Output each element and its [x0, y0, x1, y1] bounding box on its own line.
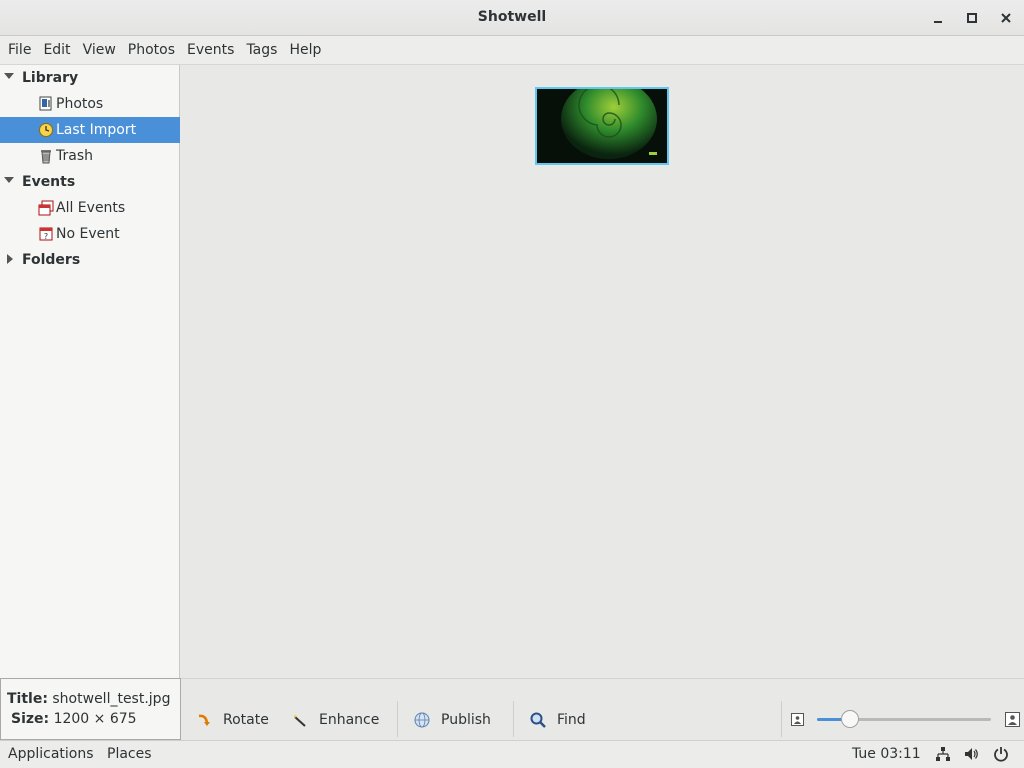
applications-menu[interactable]: Applications [8, 746, 94, 762]
sidebar-item-label: Photos [56, 96, 104, 112]
sidebar-header-label: Library [22, 70, 79, 86]
publish-label: Publish [441, 712, 491, 728]
info-title-row: Title: shotwell_test.jpg [7, 691, 170, 707]
toolbar-separator [397, 701, 398, 737]
sidebar: Library Photos Last Import Trash Events [0, 65, 180, 678]
zoom-in-large-photo-icon[interactable] [1005, 712, 1020, 727]
expander-down-icon[interactable] [4, 177, 14, 183]
sidebar-item-last-import[interactable]: Last Import [0, 117, 180, 143]
publish-globe-icon [413, 711, 431, 729]
places-menu[interactable]: Places [107, 746, 152, 762]
zoom-out-small-photo-icon[interactable] [791, 713, 804, 726]
rotate-button[interactable]: Rotate [195, 709, 269, 731]
menu-edit[interactable]: Edit [37, 36, 76, 65]
trash-icon [41, 150, 51, 164]
find-button[interactable]: Find [529, 709, 586, 731]
sidebar-item-label: Last Import [56, 122, 137, 138]
enhance-button[interactable]: Enhance [291, 709, 379, 731]
power-icon[interactable] [993, 746, 1009, 762]
zoom-slider[interactable] [817, 710, 993, 728]
zoom-slider-knob[interactable] [841, 710, 859, 728]
photo-grid [181, 65, 1024, 678]
photos-icon [39, 96, 52, 111]
find-magnifier-icon [529, 711, 547, 729]
sidebar-header-label: Events [22, 174, 76, 190]
photo-info-panel: Title: shotwell_test.jpg Size: 1200 × 67… [0, 678, 181, 740]
menu-tags[interactable]: Tags [240, 36, 283, 65]
menu-photos[interactable]: Photos [122, 36, 181, 65]
enhance-label: Enhance [319, 712, 380, 728]
menu-bar: File Edit View Photos Events Tags Help [0, 36, 1024, 65]
volume-icon[interactable] [963, 746, 979, 762]
sidebar-item-label: Trash [56, 148, 93, 164]
bottom-toolbar: Rotate Enhance Publish Find [181, 678, 1024, 740]
no-event-icon: ? [39, 227, 53, 241]
minimize-button[interactable] [928, 8, 948, 28]
sidebar-item-no-event[interactable]: ? No Event [0, 221, 180, 247]
sidebar-item-label: All Events [56, 200, 126, 216]
toolbar-separator [513, 701, 514, 737]
sidebar-item-all-events[interactable]: All Events [0, 195, 180, 221]
menu-view[interactable]: View [77, 36, 122, 65]
menu-file[interactable]: File [2, 36, 37, 65]
expander-down-icon[interactable] [4, 73, 14, 79]
expander-right-icon[interactable] [7, 254, 13, 264]
sidebar-header-folders[interactable]: Folders [0, 247, 180, 273]
last-import-clock-icon [39, 123, 53, 137]
menu-help[interactable]: Help [283, 36, 327, 65]
minimize-icon [934, 21, 942, 23]
rotate-icon [195, 711, 213, 729]
info-title-value: shotwell_test.jpg [52, 691, 171, 707]
info-size-value: 1200 × 675 [53, 711, 137, 727]
sidebar-header-events[interactable]: Events [0, 169, 180, 195]
info-size-key: Size: [11, 711, 50, 727]
system-panel: Applications Places Tue 03:11 [0, 740, 1024, 768]
sidebar-item-label: No Event [56, 226, 120, 242]
sidebar-item-photos[interactable]: Photos [0, 91, 180, 117]
info-size-row: Size: 1200 × 675 [11, 711, 137, 727]
enhance-wand-icon [291, 711, 309, 729]
menu-events[interactable]: Events [181, 36, 240, 65]
clock[interactable]: Tue 03:11 [852, 746, 921, 762]
toolbar-separator [781, 701, 782, 737]
sidebar-header-library[interactable]: Library [0, 65, 180, 91]
maximize-button[interactable] [962, 8, 982, 28]
sidebar-header-label: Folders [22, 252, 81, 268]
all-events-icon [38, 200, 54, 216]
find-label: Find [557, 712, 586, 728]
photo-thumbnail[interactable] [535, 87, 669, 165]
close-icon [1001, 13, 1011, 23]
thumbnail-image [537, 89, 667, 163]
sidebar-item-trash[interactable]: Trash [0, 143, 180, 169]
window-title: Shotwell [477, 9, 547, 25]
maximize-icon [967, 13, 977, 23]
publish-button[interactable]: Publish [413, 709, 491, 731]
network-icon[interactable] [935, 746, 951, 762]
rotate-label: Rotate [223, 712, 269, 728]
close-button[interactable] [996, 8, 1016, 28]
svg-text:?: ? [44, 232, 48, 241]
title-bar: Shotwell [0, 0, 1024, 36]
info-title-key: Title: [7, 691, 48, 707]
